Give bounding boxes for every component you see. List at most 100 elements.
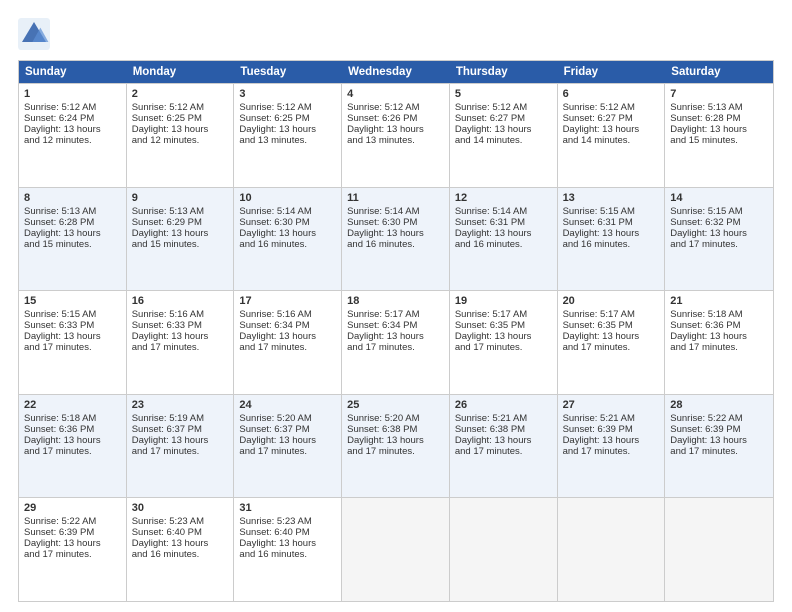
calendar-week-5: 29Sunrise: 5:22 AMSunset: 6:39 PMDayligh… — [19, 497, 773, 601]
day-content-line: Daylight: 13 hours — [239, 435, 336, 446]
day-content-line: and 17 minutes. — [239, 446, 336, 457]
day-content-line: Sunrise: 5:21 AM — [455, 413, 552, 424]
day-number: 14 — [670, 192, 768, 204]
calendar-week-1: 1Sunrise: 5:12 AMSunset: 6:24 PMDaylight… — [19, 83, 773, 187]
day-content-line: Sunset: 6:36 PM — [24, 424, 121, 435]
day-number: 22 — [24, 399, 121, 411]
day-content-line: Sunrise: 5:23 AM — [239, 516, 336, 527]
day-content-line: Sunrise: 5:13 AM — [24, 206, 121, 217]
day-cell-31: 31Sunrise: 5:23 AMSunset: 6:40 PMDayligh… — [234, 498, 342, 601]
day-content-line: and 17 minutes. — [24, 549, 121, 560]
day-cell-12: 12Sunrise: 5:14 AMSunset: 6:31 PMDayligh… — [450, 188, 558, 291]
day-content-line: Daylight: 13 hours — [239, 331, 336, 342]
day-content-line: Daylight: 13 hours — [24, 228, 121, 239]
day-content-line: Daylight: 13 hours — [239, 124, 336, 135]
day-cell-27: 27Sunrise: 5:21 AMSunset: 6:39 PMDayligh… — [558, 395, 666, 498]
day-cell-24: 24Sunrise: 5:20 AMSunset: 6:37 PMDayligh… — [234, 395, 342, 498]
day-content-line: and 16 minutes. — [132, 549, 229, 560]
day-cell-5: 5Sunrise: 5:12 AMSunset: 6:27 PMDaylight… — [450, 84, 558, 187]
day-number: 11 — [347, 192, 444, 204]
day-content-line: Sunset: 6:36 PM — [670, 320, 768, 331]
empty-cell — [665, 498, 773, 601]
day-content-line: Sunset: 6:39 PM — [563, 424, 660, 435]
day-cell-25: 25Sunrise: 5:20 AMSunset: 6:38 PMDayligh… — [342, 395, 450, 498]
header-day-thursday: Thursday — [450, 61, 558, 83]
day-content-line: Daylight: 13 hours — [347, 228, 444, 239]
logo-icon — [18, 18, 50, 50]
header-day-tuesday: Tuesday — [234, 61, 342, 83]
day-content-line: and 17 minutes. — [563, 342, 660, 353]
calendar-week-3: 15 Sunrise: 5:15 AM Sunset: 6:33 PM Dayligh… — [19, 290, 773, 394]
page-header — [18, 18, 774, 50]
day-content-line: Daylight: 13 hours — [670, 228, 768, 239]
day-content-line: and 16 minutes. — [563, 239, 660, 250]
day-cell-1: 1Sunrise: 5:12 AMSunset: 6:24 PMDaylight… — [19, 84, 127, 187]
day-number: 23 — [132, 399, 229, 411]
day-cell-9: 9Sunrise: 5:13 AMSunset: 6:29 PMDaylight… — [127, 188, 235, 291]
day-cell-4: 4Sunrise: 5:12 AMSunset: 6:26 PMDaylight… — [342, 84, 450, 187]
day-number: 8 — [24, 192, 121, 204]
day-number: 21 — [670, 295, 768, 307]
day-content-line: and 17 minutes. — [132, 342, 229, 353]
day-content-line: Daylight: 13 hours — [455, 435, 552, 446]
calendar-body: 1Sunrise: 5:12 AMSunset: 6:24 PMDaylight… — [19, 83, 773, 601]
day-number: 25 — [347, 399, 444, 411]
day-cell-28: 28Sunrise: 5:22 AMSunset: 6:39 PMDayligh… — [665, 395, 773, 498]
day-cell-2: 2Sunrise: 5:12 AMSunset: 6:25 PMDaylight… — [127, 84, 235, 187]
day-cell-19: 19Sunrise: 5:17 AMSunset: 6:35 PMDayligh… — [450, 291, 558, 394]
day-content-line: Sunset: 6:32 PM — [670, 217, 768, 228]
day-content-line: and 16 minutes. — [239, 239, 336, 250]
day-number: 2 — [132, 88, 229, 100]
day-content-line: Daylight: 13 hours — [132, 228, 229, 239]
day-content-line: Sunset: 6:30 PM — [239, 217, 336, 228]
calendar-week-4: 22 Sunrise: 5:18 AMSunset: 6:36 PM Dayligh… — [19, 394, 773, 498]
day-number: 4 — [347, 88, 444, 100]
day-content-line: Daylight: 13 hours — [563, 435, 660, 446]
day-number: 15 — [24, 295, 121, 307]
day-content-line: Sunrise: 5:13 AM — [132, 206, 229, 217]
day-number: 19 — [455, 295, 552, 307]
logo — [18, 18, 54, 50]
day-content-line: and 17 minutes. — [670, 239, 768, 250]
day-cell-3: 3Sunrise: 5:12 AMSunset: 6:25 PMDaylight… — [234, 84, 342, 187]
day-content-line: Sunset: 6:38 PM — [347, 424, 444, 435]
day-content-line: Sunset: 6:25 PM — [132, 113, 229, 124]
day-content-line: and 17 minutes. — [24, 446, 121, 457]
day-content-line: Sunrise: 5:12 AM — [239, 102, 336, 113]
day-number: 5 — [455, 88, 552, 100]
day-content-line: Daylight: 13 hours — [670, 435, 768, 446]
day-content-line: and 13 minutes. — [347, 135, 444, 146]
day-content-line: Sunrise: 5:14 AM — [455, 206, 552, 217]
day-content-line: and 15 minutes. — [24, 239, 121, 250]
day-content-line: Sunrise: 5:12 AM — [132, 102, 229, 113]
day-content-line: and 17 minutes. — [239, 342, 336, 353]
empty-cell — [558, 498, 666, 601]
day-number: 30 — [132, 502, 229, 514]
day-content-line: Sunrise: 5:15 AM — [24, 309, 121, 320]
day-content-line: Daylight: 13 hours — [24, 331, 121, 342]
day-content-line: Sunrise: 5:13 AM — [670, 102, 768, 113]
day-content-line: and 14 minutes. — [563, 135, 660, 146]
day-cell-18: 18Sunrise: 5:17 AMSunset: 6:34 PMDayligh… — [342, 291, 450, 394]
day-number: 29 — [24, 502, 121, 514]
day-content-line: Sunrise: 5:18 AM — [24, 413, 121, 424]
header-day-monday: Monday — [127, 61, 235, 83]
day-content-line: Sunset: 6:27 PM — [455, 113, 552, 124]
day-content-line: and 16 minutes. — [239, 549, 336, 560]
day-content-line: and 17 minutes. — [455, 342, 552, 353]
day-content-line: Sunset: 6:33 PM — [132, 320, 229, 331]
day-content-line: and 17 minutes. — [455, 446, 552, 457]
day-number: 6 — [563, 88, 660, 100]
day-cell-21: 21Sunrise: 5:18 AMSunset: 6:36 PMDayligh… — [665, 291, 773, 394]
day-content-line: and 12 minutes. — [132, 135, 229, 146]
day-content-line: Sunset: 6:34 PM — [239, 320, 336, 331]
day-cell-15: 15Sunrise: 5:15 AMSunset: 6:33 PMDayligh… — [19, 291, 127, 394]
day-content-line: Daylight: 13 hours — [347, 331, 444, 342]
day-content-line: Daylight: 13 hours — [347, 435, 444, 446]
day-cell-20: 20Sunrise: 5:17 AMSunset: 6:35 PMDayligh… — [558, 291, 666, 394]
day-content-line: Daylight: 13 hours — [239, 228, 336, 239]
day-content-line: Sunset: 6:25 PM — [239, 113, 336, 124]
day-number: 16 — [132, 295, 229, 307]
day-content-line: Sunset: 6:31 PM — [563, 217, 660, 228]
day-cell-10: 10Sunrise: 5:14 AMSunset: 6:30 PMDayligh… — [234, 188, 342, 291]
